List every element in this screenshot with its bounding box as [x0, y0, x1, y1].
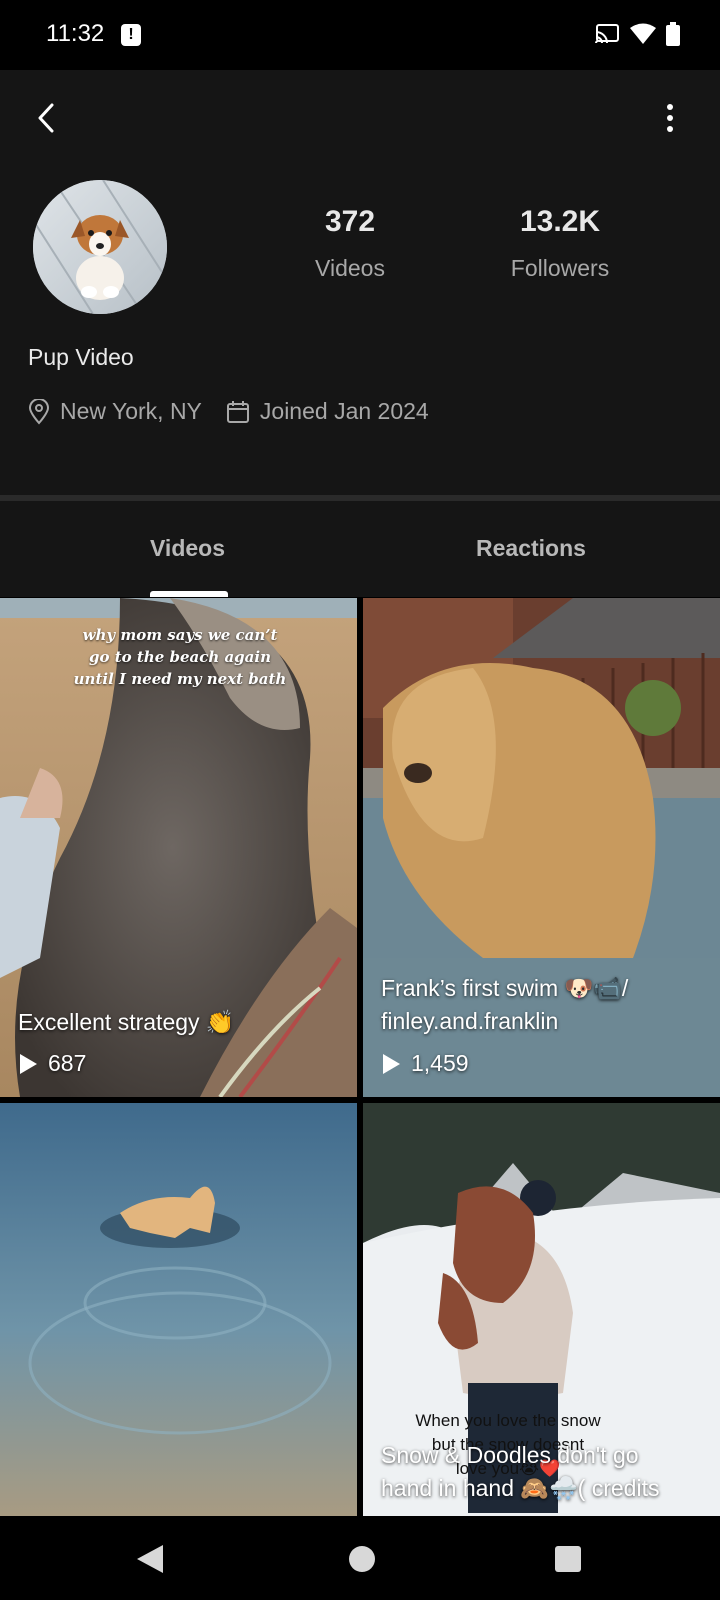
- overlay-line: When you love the snow: [415, 1411, 601, 1430]
- more-vertical-icon: [667, 104, 673, 110]
- location-text: New York, NY: [60, 398, 202, 424]
- location: New York, NY: [28, 398, 202, 425]
- play-count: 1,459: [381, 1050, 469, 1077]
- video-caption-line: hand in hand 🙈🌨️( credits: [381, 1475, 660, 1501]
- video-tile[interactable]: Frank’s first swim 🐶📹/ finley.and.frankl…: [363, 598, 720, 1097]
- puppy-avatar-image: [33, 180, 167, 314]
- status-icons: [594, 22, 680, 46]
- nav-back-icon[interactable]: [137, 1545, 163, 1573]
- video-caption-line: Frank’s first swim 🐶📹/: [381, 975, 629, 1001]
- tab-bar: Videos Reactions: [0, 501, 720, 597]
- video-tile[interactable]: [0, 1103, 357, 1516]
- system-nav-bar: [0, 1516, 720, 1600]
- tab-reactions[interactable]: Reactions: [476, 535, 586, 562]
- cast-icon: [595, 24, 619, 44]
- video-tile[interactable]: When you love the snow but the snow does…: [363, 1103, 720, 1516]
- play-icon: [383, 1053, 400, 1074]
- video-caption: Excellent strategy 👏: [18, 1009, 235, 1035]
- videos-count: 372: [324, 205, 376, 238]
- video-caption: Snow & Doodles don't go hand in hand 🙈🌨️…: [381, 1439, 659, 1505]
- play-count-text: 687: [48, 1050, 87, 1076]
- profile-name: Pup Video: [28, 344, 134, 370]
- more-options-button[interactable]: [660, 100, 680, 136]
- joined-text: Joined Jan 2024: [259, 398, 429, 424]
- active-tab-indicator: [150, 591, 228, 597]
- nav-recents-icon[interactable]: [555, 1546, 581, 1572]
- profile-header: 372 Videos 13.2K Followers Pup Video New…: [0, 70, 720, 495]
- videos-stat[interactable]: 372 Videos: [290, 205, 410, 282]
- status-bar: 11:32 !: [0, 0, 720, 70]
- video-overlay-text: why mom says we can’t go to the beach ag…: [73, 626, 287, 688]
- joined-date: Joined Jan 2024: [226, 398, 429, 425]
- location-pin-icon: [28, 398, 50, 424]
- followers-stat[interactable]: 13.2K Followers: [490, 205, 630, 282]
- video-tile[interactable]: why mom says we can’t go to the beach ag…: [0, 598, 357, 1097]
- video-caption: Frank’s first swim 🐶📹/ finley.and.frankl…: [381, 972, 628, 1038]
- back-button[interactable]: [28, 100, 64, 136]
- alert-icon: !: [121, 24, 141, 46]
- video-caption-line: finley.and.franklin: [381, 1008, 559, 1034]
- battery-icon: [666, 22, 680, 46]
- chevron-left-icon: [38, 103, 54, 133]
- status-time: 11:32: [46, 20, 105, 47]
- play-icon: [20, 1053, 37, 1074]
- videos-label: Videos: [315, 255, 385, 281]
- tab-videos[interactable]: Videos: [150, 535, 225, 562]
- play-count-text: 1,459: [411, 1050, 469, 1076]
- play-count: 687: [18, 1050, 86, 1077]
- video-caption-line: Snow & Doodles don't go: [381, 1442, 639, 1468]
- water-dog-thumbnail: [0, 1103, 357, 1516]
- followers-label: Followers: [510, 255, 610, 281]
- wifi-icon: [630, 23, 656, 44]
- avatar[interactable]: [33, 180, 167, 314]
- profile-meta: New York, NY Joined Jan 2024: [28, 398, 429, 425]
- calendar-icon: [226, 400, 249, 423]
- nav-home-icon[interactable]: [349, 1546, 375, 1572]
- video-grid: why mom says we can’t go to the beach ag…: [0, 598, 720, 1516]
- followers-count: 13.2K: [519, 205, 601, 238]
